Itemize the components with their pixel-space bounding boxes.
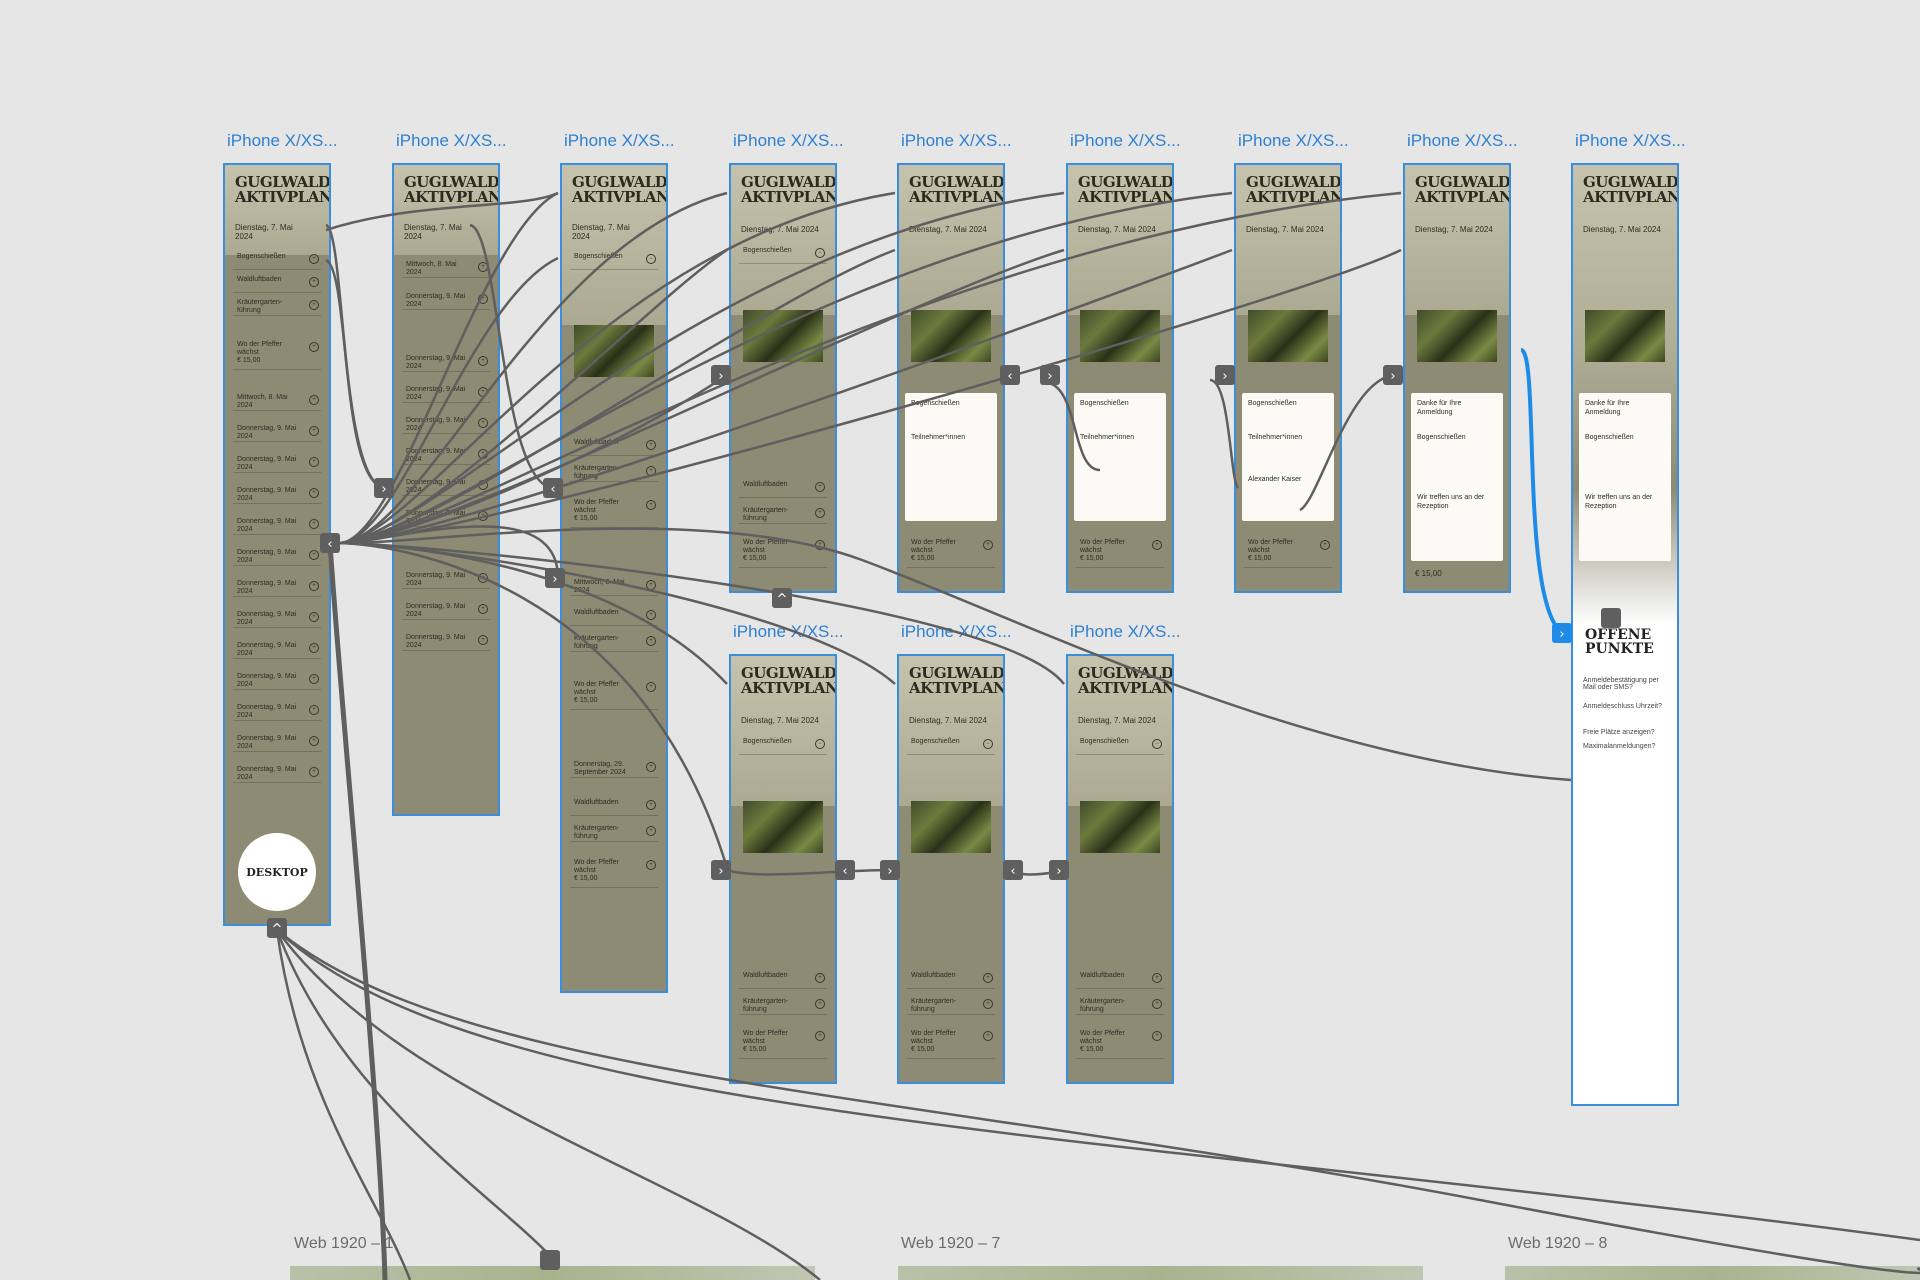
svg-text:‹: ‹ (1007, 369, 1012, 384)
svg-text:›: › (552, 572, 557, 587)
svg-text:›: › (887, 864, 892, 879)
svg-text:›: › (1559, 627, 1564, 642)
svg-text:‹: ‹ (550, 482, 555, 497)
svg-text:›: › (1222, 369, 1227, 384)
prototype-connections: ‹ › ‹ › › ‹ › › › › ‹ › ‹ › ^ ^ › (267, 191, 1920, 1280)
svg-text:›: › (381, 482, 386, 497)
svg-text:›: › (1390, 369, 1395, 384)
svg-text:^: ^ (777, 592, 788, 607)
svg-text:‹: ‹ (1010, 864, 1015, 879)
svg-text:›: › (718, 864, 723, 879)
design-canvas: iPhone X/XS... iPhone X/XS... iPhone X/X… (0, 0, 1920, 1280)
svg-text:‹: ‹ (842, 864, 847, 879)
svg-text:‹: ‹ (327, 537, 332, 552)
svg-text:›: › (718, 369, 723, 384)
svg-text:›: › (1056, 864, 1061, 879)
svg-text:^: ^ (272, 922, 283, 937)
svg-text:›: › (1047, 369, 1052, 384)
